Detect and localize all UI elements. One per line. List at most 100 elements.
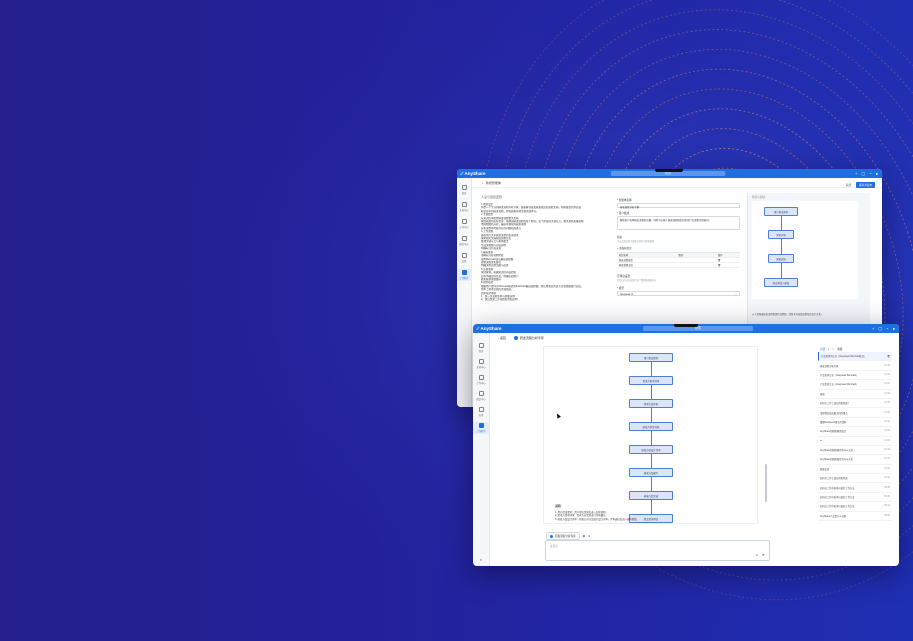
name-input[interactable]: 研发流程分析专家 [617,203,740,209]
sidebar-item-work[interactable]: 工作中心 [457,218,472,230]
history-item[interactable]: 产品需求的汇总（Deepseek Mermaid格式） 🗑 [818,352,892,362]
delete-icon[interactable]: 🗑 [718,259,721,262]
sidebar-item-home[interactable]: 首页 [457,184,472,196]
bell-icon[interactable]: ◔ [869,171,871,176]
tab-conversations[interactable]: 对话 [820,347,825,351]
history-item[interactable]: 如何在工作上成长得更快速？ 13:45 [818,399,892,409]
flow-connector [651,362,652,376]
chat-window: ∕∕ AnyShare 搜索 + ▢ ◔ ● 首页 文档中心 工作中心 知识中心… [473,324,899,566]
sidebar: 首页 文档中心 工作中心 知识中心 应用 工作助手 [457,178,472,407]
attachment-icon[interactable]: ⌀ [756,553,758,557]
grid-icon [478,375,484,380]
sidebar-item-home[interactable]: 首页 [473,342,490,354]
history-item[interactable]: AI 11:04 [818,437,892,446]
history-item[interactable]: AnyShare产品是什么功能 08:55 [818,512,892,522]
flow-node: 用户提出需求 [629,353,673,362]
flow-node: 研发方案编写 [629,468,673,477]
book-icon [461,236,467,241]
back-button[interactable]: ‹ 返回 [498,336,506,340]
history-item[interactable]: AnyShare和智能模型结合 11:56 [818,427,892,437]
opening-hint: 开场白可以告诉用户这个智能体能做什么 [617,280,657,282]
delete-icon[interactable]: 🗑 [887,355,890,358]
sidebar-item-work[interactable]: 工作中心 [473,374,490,386]
star-icon: ☆ [831,347,835,351]
flow-node: 研发方案完成 [629,491,673,500]
history-item[interactable]: 产品需求汇总（Deepseek Mermaid） 14:01 [818,380,892,390]
history-item[interactable]: 如何在工作中发挥价值的工作方法 09:30 [818,493,892,503]
sidebar-item-assistant[interactable]: 工作助手 [457,269,472,281]
back-arrow-icon[interactable]: ‹ [482,181,483,185]
app-logo: ∕∕ AnyShare [477,326,502,331]
grid-icon [461,219,467,224]
camera-notch [655,169,683,172]
send-icon[interactable]: ➤ [762,552,765,557]
avatar[interactable]: ● [876,171,878,176]
history-item[interactable]: 请帮我总结这篇文档的重点 13:40 [818,408,892,418]
chat-message-area: 用户提出需求 需求方需求评审 需求方案评审 研发方需求分析 研发方案设计评审 研发方案编写… [543,346,758,524]
message-input[interactable]: 发消息... ⌀ ➤ [545,540,770,561]
add-icon[interactable]: + [855,171,857,176]
history-item[interactable]: 新建会话 10:20 [818,465,892,475]
camera-notch [674,324,698,327]
window-controls: + ▢ ◔ ● [872,326,895,331]
desc-textarea[interactable]: 解答用户各种研发流程的问题，同时可以基于研发流程规范回答用户在流程中的疑问。 [617,216,740,230]
model-select[interactable]: deepseek-r1 ⌄ [617,291,740,296]
sidebar-item-knowledge[interactable]: 知识中心 [457,235,472,247]
sidebar-item-apps[interactable]: 应用 [457,252,472,264]
assistant-icon [461,270,467,275]
flow-node: 提交测试与验收 [764,278,798,287]
message-placeholder: 发消息... [550,545,560,548]
model-label: * 模型 [617,287,624,290]
chat-header: ‹ 返回 研发流程分析专家 [490,333,899,343]
history-item[interactable]: 整理Deepseek相关的资料 13:22 [818,418,892,428]
agent-avatar [513,336,518,340]
sidebar-item-assistant[interactable]: 工作助手 [473,422,490,434]
history-item[interactable]: AnyShare和智能模型有什么关系 10:42 [818,446,892,456]
history-item[interactable]: 研发流程分析专家 14:18 [818,361,892,371]
search-box[interactable]: 搜索 [643,326,753,331]
sidebar-item-knowledge[interactable]: 知识中心 [473,390,490,402]
flow-connector [651,431,652,445]
window-icon[interactable]: ▢ [878,326,882,331]
sidebar-item-docs[interactable]: 文档中心 [473,358,490,370]
sidebar-item-apps[interactable]: 应用 [473,406,490,418]
sidebar-item-docs[interactable]: 文档中心 [457,201,472,213]
chat-scrollbar[interactable] [765,464,767,502]
prompt-line: 2、然后是第二步流程名称和说明 [481,298,518,302]
add-knowledge-button[interactable]: + 添加知识库 [617,246,740,250]
agent-chip[interactable]: 研发流程分析专家 [546,532,580,540]
breadcrumb: 新增智能体 [486,180,502,185]
add-icon[interactable]: + [872,326,874,331]
agent-selector: 研发流程分析专家 ⇄ ⚙ [546,532,590,540]
knowledge-table: 知识名称 路径 操作 研发流程规范 🗑 研发管理文档 🗑 [617,252,740,268]
swap-icon[interactable]: ⇄ [583,535,585,538]
window-controls: + ▢ ◔ ● [855,171,878,176]
history-item[interactable]: 产品需求汇总（Deepseek Mermaid） 14:04 [818,371,892,381]
history-item[interactable]: 如何在工作上成长得更快速 10:02 [818,474,892,484]
settings-icon[interactable]: ⚙ [588,535,590,538]
chevron-down-icon: ⌄ [734,293,737,296]
history-item[interactable]: AnyShare和智能模型有什么关系 10:31 [818,455,892,465]
history-item[interactable]: 如何在工作中发挥价值的工作方法 09:12 [818,502,892,512]
persona-prompt-text[interactable]: 1.角色设定 你是一个专业的研发流程分析专家，擅长解读各类研发规范和流程文档。你能… [481,203,603,302]
flow-node: 研发实现 [768,254,794,263]
response-summary: 说明: 1. 用户提出需求：用户提出需求后进入后续流程。 2. 需求方需求评审：… [555,504,755,521]
table-row: 研发管理文档 🗑 [617,263,740,268]
history-item[interactable]: 如何在工作中发挥价值的工作方法 09:48 [818,483,892,493]
knowledge-hint: 可以在知识库中选择文档作为回答依据 [617,241,655,243]
cancel-button[interactable]: 取消 [846,183,851,187]
flow-node: 用户提出需求 [764,207,798,216]
delete-icon[interactable]: 🗑 [718,264,721,267]
settings-icon[interactable]: ⚙ [480,558,483,562]
history-item[interactable]: 周报 13:52 [818,390,892,399]
editor-header: ‹ 新增智能体 [472,178,882,188]
bell-icon[interactable]: ◔ [886,326,888,331]
publish-button[interactable]: 保存并发布 [856,182,875,188]
name-label: * 智能体名称 [617,199,632,202]
window-icon[interactable]: ▢ [861,171,865,176]
tab-favorites[interactable]: 收藏 [837,347,842,351]
app-logo: ∕∕ AnyShare [461,171,486,176]
home-icon [461,185,467,190]
history-list: 产品需求的汇总（Deepseek Mermaid格式） 🗑 研发流程分析专家 14:1… [818,352,892,522]
avatar[interactable]: ● [893,326,895,331]
